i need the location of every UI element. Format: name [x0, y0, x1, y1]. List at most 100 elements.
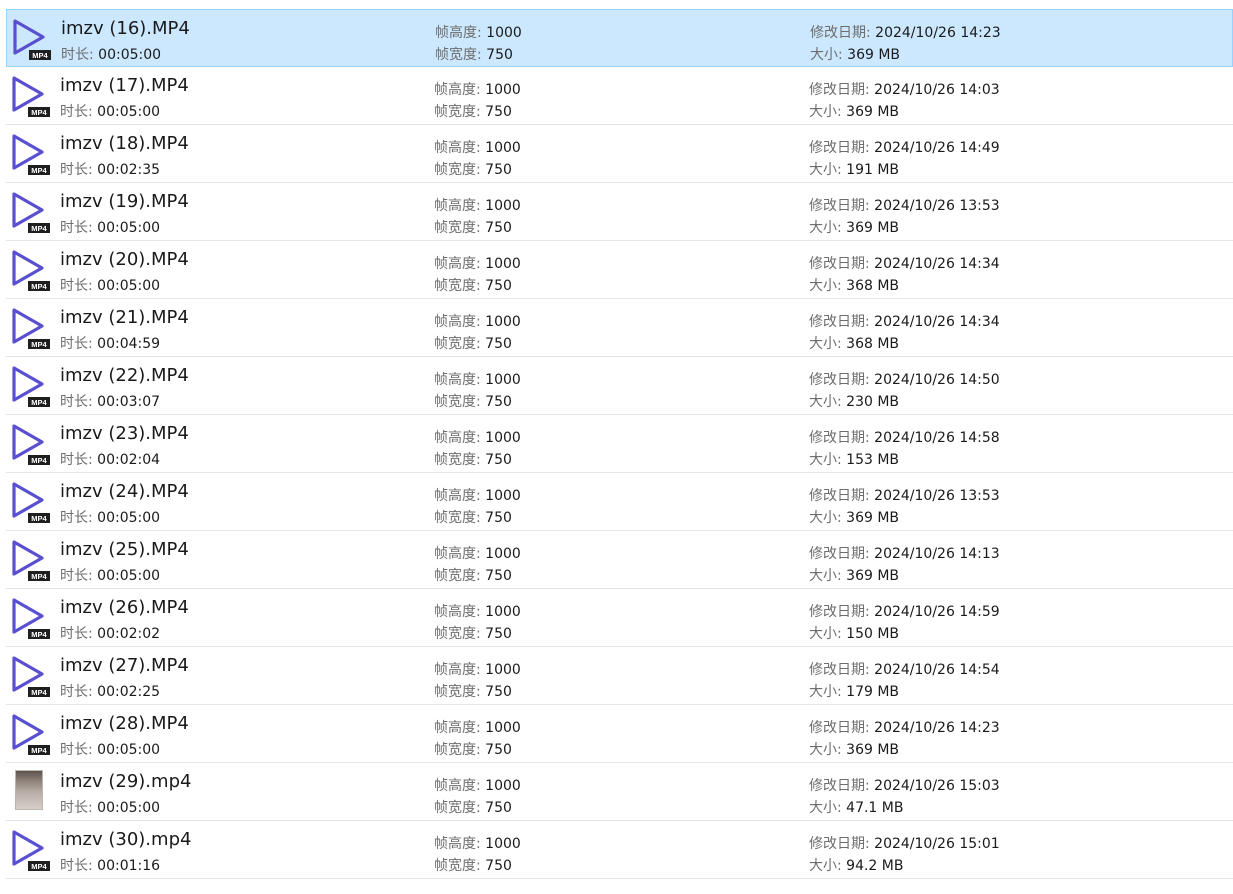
- size-label: 大小:: [809, 220, 842, 236]
- frame-width-value: 750: [485, 684, 512, 700]
- file-row[interactable]: MP4 imzv (28).MP4 时长: 00:05:00 帧高度: 1000 帧宽…: [6, 705, 1233, 763]
- video-play-icon: MP4: [12, 598, 50, 639]
- frame-width-field: 帧宽度: 750: [434, 565, 512, 585]
- frame-width-label: 帧宽度:: [434, 626, 481, 642]
- size-label: 大小:: [809, 394, 842, 410]
- file-row[interactable]: MP4 imzv (23).MP4 时长: 00:02:04 帧高度: 1000 帧宽…: [6, 415, 1233, 473]
- frame-height-field: 帧高度: 1000: [434, 833, 521, 853]
- size-field: 大小: 191 MB: [809, 159, 899, 179]
- file-name[interactable]: imzv (28).MP4: [60, 713, 189, 734]
- video-play-icon: MP4: [12, 366, 50, 407]
- file-name[interactable]: imzv (23).MP4: [60, 423, 189, 444]
- mp4-badge: MP4: [31, 456, 47, 465]
- duration-label: 时长:: [60, 510, 93, 526]
- size-label: 大小:: [810, 47, 843, 63]
- video-play-icon: MP4: [12, 76, 50, 117]
- size-value: 368 MB: [846, 336, 900, 352]
- file-name[interactable]: imzv (29).mp4: [60, 771, 191, 792]
- duration-field: 时长: 00:03:07: [60, 391, 160, 411]
- frame-width-field: 帧宽度: 750: [434, 623, 512, 643]
- modified-label: 修改日期:: [809, 198, 870, 214]
- duration-label: 时长:: [60, 278, 93, 294]
- file-row[interactable]: MP4 imzv (24).MP4 时长: 00:05:00 帧高度: 1000 帧宽…: [6, 473, 1233, 531]
- frame-height-field: 帧高度: 1000: [434, 311, 521, 331]
- file-row[interactable]: MP4 imzv (21).MP4 时长: 00:04:59 帧高度: 1000 帧宽…: [6, 299, 1233, 357]
- modified-date-field: 修改日期: 2024/10/26 14:23: [810, 22, 1001, 42]
- duration-value: 00:02:25: [97, 684, 161, 700]
- file-row[interactable]: MP4 imzv (25).MP4 时长: 00:05:00 帧高度: 1000 帧宽…: [6, 531, 1233, 589]
- file-row[interactable]: imzv (29).mp4 时长: 00:05:00 帧高度: 1000 帧宽度: 7…: [6, 763, 1233, 821]
- file-name[interactable]: imzv (30).mp4: [60, 829, 191, 850]
- duration-label: 时长:: [60, 220, 93, 236]
- file-row[interactable]: MP4 imzv (20).MP4 时长: 00:05:00 帧高度: 1000 帧宽…: [6, 241, 1233, 299]
- frame-height-label: 帧高度:: [434, 372, 481, 388]
- modified-label: 修改日期:: [809, 140, 870, 156]
- frame-height-value: 1000: [485, 778, 521, 794]
- duration-field: 时长: 00:02:25: [60, 681, 160, 701]
- size-label: 大小:: [809, 568, 842, 584]
- modified-value: 2024/10/26 14:54: [874, 662, 1000, 678]
- size-label: 大小:: [809, 858, 842, 874]
- file-name[interactable]: imzv (17).MP4: [60, 75, 189, 96]
- duration-field: 时长: 00:02:35: [60, 159, 160, 179]
- frame-height-field: 帧高度: 1000: [434, 659, 521, 679]
- mp4-badge: MP4: [32, 51, 48, 60]
- frame-height-value: 1000: [485, 546, 521, 562]
- duration-value: 00:04:59: [97, 336, 161, 352]
- modified-date-field: 修改日期: 2024/10/26 14:54: [809, 659, 1000, 679]
- file-row[interactable]: MP4 imzv (19).MP4 时长: 00:05:00 帧高度: 1000 帧宽…: [6, 183, 1233, 241]
- frame-height-field: 帧高度: 1000: [435, 22, 522, 42]
- size-label: 大小:: [809, 336, 842, 352]
- file-name[interactable]: imzv (16).MP4: [61, 18, 190, 39]
- modified-date-field: 修改日期: 2024/10/26 13:53: [809, 485, 1000, 505]
- file-row[interactable]: MP4 imzv (27).MP4 时长: 00:02:25 帧高度: 1000 帧宽…: [6, 647, 1233, 705]
- modified-label: 修改日期:: [809, 546, 870, 562]
- size-field: 大小: 369 MB: [809, 739, 899, 759]
- file-row[interactable]: MP4 imzv (30).mp4 时长: 00:01:16 帧高度: 1000 帧宽…: [6, 821, 1233, 879]
- frame-width-label: 帧宽度:: [434, 510, 481, 526]
- file-row[interactable]: MP4 imzv (26).MP4 时长: 00:02:02 帧高度: 1000 帧宽…: [6, 589, 1233, 647]
- modified-label: 修改日期:: [809, 256, 870, 272]
- file-row[interactable]: MP4 imzv (22).MP4 时长: 00:03:07 帧高度: 1000 帧宽…: [6, 357, 1233, 415]
- frame-height-label: 帧高度:: [434, 604, 481, 620]
- modified-date-field: 修改日期: 2024/10/26 14:58: [809, 427, 1000, 447]
- modified-date-field: 修改日期: 2024/10/26 14:34: [809, 253, 1000, 273]
- frame-width-field: 帧宽度: 750: [434, 217, 512, 237]
- size-label: 大小:: [809, 162, 842, 178]
- duration-value: 00:05:00: [97, 510, 161, 526]
- duration-label: 时长:: [60, 858, 93, 874]
- duration-field: 时长: 00:05:00: [60, 565, 160, 585]
- modified-value: 2024/10/26 14:34: [874, 256, 1000, 272]
- file-name[interactable]: imzv (24).MP4: [60, 481, 189, 502]
- modified-date-field: 修改日期: 2024/10/26 14:23: [809, 717, 1000, 737]
- duration-field: 时长: 00:05:00: [61, 44, 161, 64]
- duration-label: 时长:: [60, 336, 93, 352]
- frame-height-field: 帧高度: 1000: [434, 717, 521, 737]
- file-row[interactable]: MP4 imzv (17).MP4 时长: 00:05:00 帧高度: 1000 帧宽…: [6, 67, 1233, 125]
- file-name[interactable]: imzv (19).MP4: [60, 191, 189, 212]
- frame-width-field: 帧宽度: 750: [434, 333, 512, 353]
- file-name[interactable]: imzv (18).MP4: [60, 133, 189, 154]
- size-field: 大小: 368 MB: [809, 275, 899, 295]
- modified-date-field: 修改日期: 2024/10/26 15:01: [809, 833, 1000, 853]
- modified-label: 修改日期:: [809, 314, 870, 330]
- modified-label: 修改日期:: [809, 778, 870, 794]
- file-row[interactable]: MP4 imzv (18).MP4 时长: 00:02:35 帧高度: 1000 帧宽…: [6, 125, 1233, 183]
- frame-height-label: 帧高度:: [434, 430, 481, 446]
- file-name[interactable]: imzv (22).MP4: [60, 365, 189, 386]
- file-name[interactable]: imzv (20).MP4: [60, 249, 189, 270]
- mp4-badge: MP4: [31, 688, 47, 697]
- file-name[interactable]: imzv (25).MP4: [60, 539, 189, 560]
- file-name[interactable]: imzv (26).MP4: [60, 597, 189, 618]
- frame-height-label: 帧高度:: [434, 140, 481, 156]
- size-value: 368 MB: [846, 278, 900, 294]
- file-row[interactable]: MP4 imzv (16).MP4 时长: 00:05:00 帧高度: 1000 帧宽…: [6, 9, 1233, 67]
- modified-date-field: 修改日期: 2024/10/26 15:03: [809, 775, 1000, 795]
- size-field: 大小: 94.2 MB: [809, 855, 903, 875]
- frame-height-field: 帧高度: 1000: [434, 137, 521, 157]
- mp4-badge: MP4: [31, 108, 47, 117]
- file-name[interactable]: imzv (21).MP4: [60, 307, 189, 328]
- frame-height-label: 帧高度:: [434, 778, 481, 794]
- file-name[interactable]: imzv (27).MP4: [60, 655, 189, 676]
- modified-value: 2024/10/26 14:23: [875, 25, 1001, 41]
